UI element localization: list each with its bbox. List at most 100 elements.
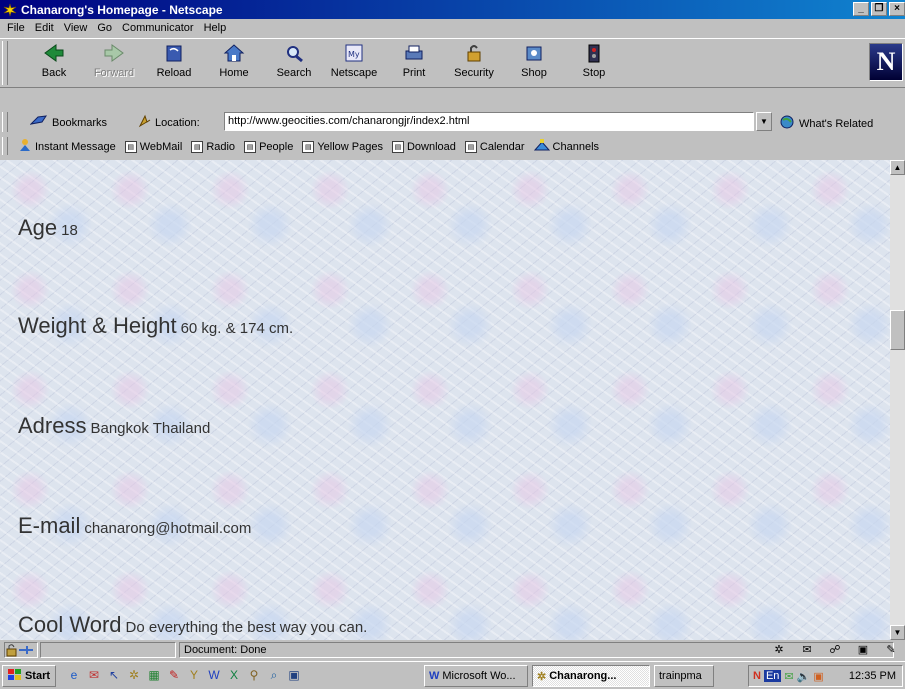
field-weight-height: Weight & Height 60 kg. & 174 cm. xyxy=(18,313,293,339)
calendar-link[interactable]: ▤ Calendar xyxy=(464,140,525,153)
menu-edit[interactable]: Edit xyxy=(30,22,59,34)
menu-view[interactable]: View xyxy=(59,22,93,34)
location-label-group: Location: xyxy=(138,114,200,131)
clock[interactable]: 12:35 PM xyxy=(849,670,896,682)
chart-icon[interactable]: ▦ xyxy=(146,667,162,683)
scroll-up-button[interactable]: ▲ xyxy=(890,160,905,175)
security-button[interactable]: Security xyxy=(444,41,504,85)
field-value: Bangkok Thailand xyxy=(90,420,211,437)
field-label: Weight & Height xyxy=(18,313,177,338)
toolbar-grip[interactable] xyxy=(2,112,8,132)
field-address: Adress Bangkok Thailand xyxy=(18,413,210,439)
find-icon[interactable]: ⚲ xyxy=(246,667,262,683)
menu-communicator[interactable]: Communicator xyxy=(117,22,199,34)
start-button[interactable]: Start xyxy=(2,665,56,687)
netscape-logo[interactable]: N xyxy=(869,43,903,81)
component-bar: ✲ ✉ ☍ ▣ ✎ xyxy=(771,642,899,656)
security-status[interactable] xyxy=(4,642,38,658)
bookmark-page-icon: ▤ xyxy=(191,140,204,153)
ie-icon[interactable]: e xyxy=(66,667,82,683)
back-button[interactable]: Back xyxy=(24,41,84,85)
menu-file[interactable]: File xyxy=(2,22,30,34)
mail-icon[interactable]: ✉ xyxy=(799,642,815,656)
home-label: Home xyxy=(219,67,249,79)
task-netscape-chanarong[interactable]: ✲ Chanarong... xyxy=(532,665,650,687)
composer-icon[interactable]: ▣ xyxy=(855,642,871,656)
webmail-link[interactable]: ▤ WebMail xyxy=(124,140,182,153)
personal-item-label: Yellow Pages xyxy=(317,140,383,153)
netscape-ql-icon[interactable]: ✲ xyxy=(126,667,142,683)
search-label: Search xyxy=(276,67,312,79)
outlook-icon[interactable]: ✉ xyxy=(86,667,102,683)
tray-app-icon[interactable]: ✉ xyxy=(784,670,793,683)
bookmarks-button[interactable]: Bookmarks xyxy=(29,114,108,131)
search-ql-icon[interactable]: ⌕ xyxy=(266,667,282,683)
shop-button[interactable]: Shop xyxy=(504,41,564,85)
url-dropdown-button[interactable]: ▼ xyxy=(756,112,772,131)
system-tray: N En ✉ 🔊 ▣ 12:35 PM xyxy=(748,665,903,687)
radio-link[interactable]: ▤ Radio xyxy=(191,140,235,153)
windows-logo-icon xyxy=(7,668,22,684)
field-label: E-mail xyxy=(18,513,81,538)
home-button[interactable]: Home xyxy=(204,41,264,85)
window-titlebar[interactable]: Chanarong's Homepage - Netscape _ ❐ × xyxy=(0,0,905,19)
navigator-icon[interactable]: ✲ xyxy=(771,642,787,656)
url-input[interactable]: http://www.geocities.com/chanarongjr/ind… xyxy=(224,112,754,131)
stop-button[interactable]: Stop xyxy=(564,41,624,85)
bookmarks-icon xyxy=(29,114,48,131)
channels-link[interactable]: Channels xyxy=(533,138,599,155)
whats-related-icon xyxy=(778,114,796,133)
scheduler-icon[interactable]: ▣ xyxy=(813,670,823,683)
forward-button[interactable]: Forward xyxy=(84,41,144,85)
aim-icon[interactable]: ✎ xyxy=(883,642,899,656)
restore-button[interactable]: ❐ xyxy=(871,2,887,16)
scroll-down-button[interactable]: ▼ xyxy=(890,625,905,640)
print-button[interactable]: Print xyxy=(384,41,444,85)
whats-related-button[interactable]: What's Related xyxy=(778,114,873,133)
home-icon xyxy=(220,41,248,65)
personal-item-label: Download xyxy=(406,140,456,153)
channels-icon xyxy=(533,138,550,155)
word-icon[interactable]: W xyxy=(206,667,222,683)
yahoo-icon[interactable]: Y xyxy=(186,667,202,683)
task-trainpma[interactable]: trainpma xyxy=(654,665,714,687)
toolbar-grip[interactable] xyxy=(2,137,8,155)
close-button[interactable]: × xyxy=(889,2,905,16)
reload-button[interactable]: Reload xyxy=(144,41,204,85)
netscape-label: Netscape xyxy=(330,67,378,79)
discussion-icon[interactable]: ☍ xyxy=(827,642,843,656)
instant-message-link[interactable]: Instant Message xyxy=(18,138,116,155)
yellow-pages-link[interactable]: ▤ Yellow Pages xyxy=(302,140,383,153)
task-label: Microsoft Wo... xyxy=(442,670,516,682)
field-label: Cool Word xyxy=(18,612,122,637)
people-link[interactable]: ▤ People xyxy=(244,140,293,153)
minimize-button[interactable]: _ xyxy=(853,2,869,16)
excel-icon[interactable]: X xyxy=(226,667,242,683)
search-button[interactable]: Search xyxy=(264,41,324,85)
language-indicator[interactable]: En xyxy=(763,670,782,682)
toolbar-grip[interactable] xyxy=(2,41,8,85)
menu-help[interactable]: Help xyxy=(199,22,232,34)
menu-go[interactable]: Go xyxy=(92,22,117,34)
shop-label: Shop xyxy=(521,67,547,79)
field-cool-word: Cool Word Do everything the best way you … xyxy=(18,612,367,638)
print-label: Print xyxy=(402,67,426,79)
download-link[interactable]: ▤ Download xyxy=(391,140,456,153)
location-icon xyxy=(138,114,152,131)
window-title: Chanarong's Homepage - Netscape xyxy=(21,2,223,17)
vertical-scrollbar[interactable]: ▲ ▼ xyxy=(890,160,905,640)
desktop-icon[interactable]: ▣ xyxy=(286,667,302,683)
volume-icon[interactable]: 🔊 xyxy=(797,670,811,683)
shop-icon xyxy=(520,41,548,65)
arrow-icon[interactable]: ↖ xyxy=(106,667,122,683)
edit-icon[interactable]: ✎ xyxy=(166,667,182,683)
netscape-button[interactable]: My Netscape xyxy=(324,41,384,85)
netscape-icon: My xyxy=(340,41,368,65)
bookmarks-label: Bookmarks xyxy=(52,116,108,129)
field-value: 18 xyxy=(61,222,78,239)
scroll-thumb[interactable] xyxy=(890,310,905,350)
netscape-tray-icon[interactable]: N xyxy=(753,670,761,682)
windows-taskbar: Start e ✉ ↖ ✲ ▦ ✎ Y W X ⚲ ⌕ ▣ W Microsof… xyxy=(0,661,905,689)
task-microsoft-word[interactable]: W Microsoft Wo... xyxy=(424,665,528,687)
stop-label: Stop xyxy=(582,67,606,79)
